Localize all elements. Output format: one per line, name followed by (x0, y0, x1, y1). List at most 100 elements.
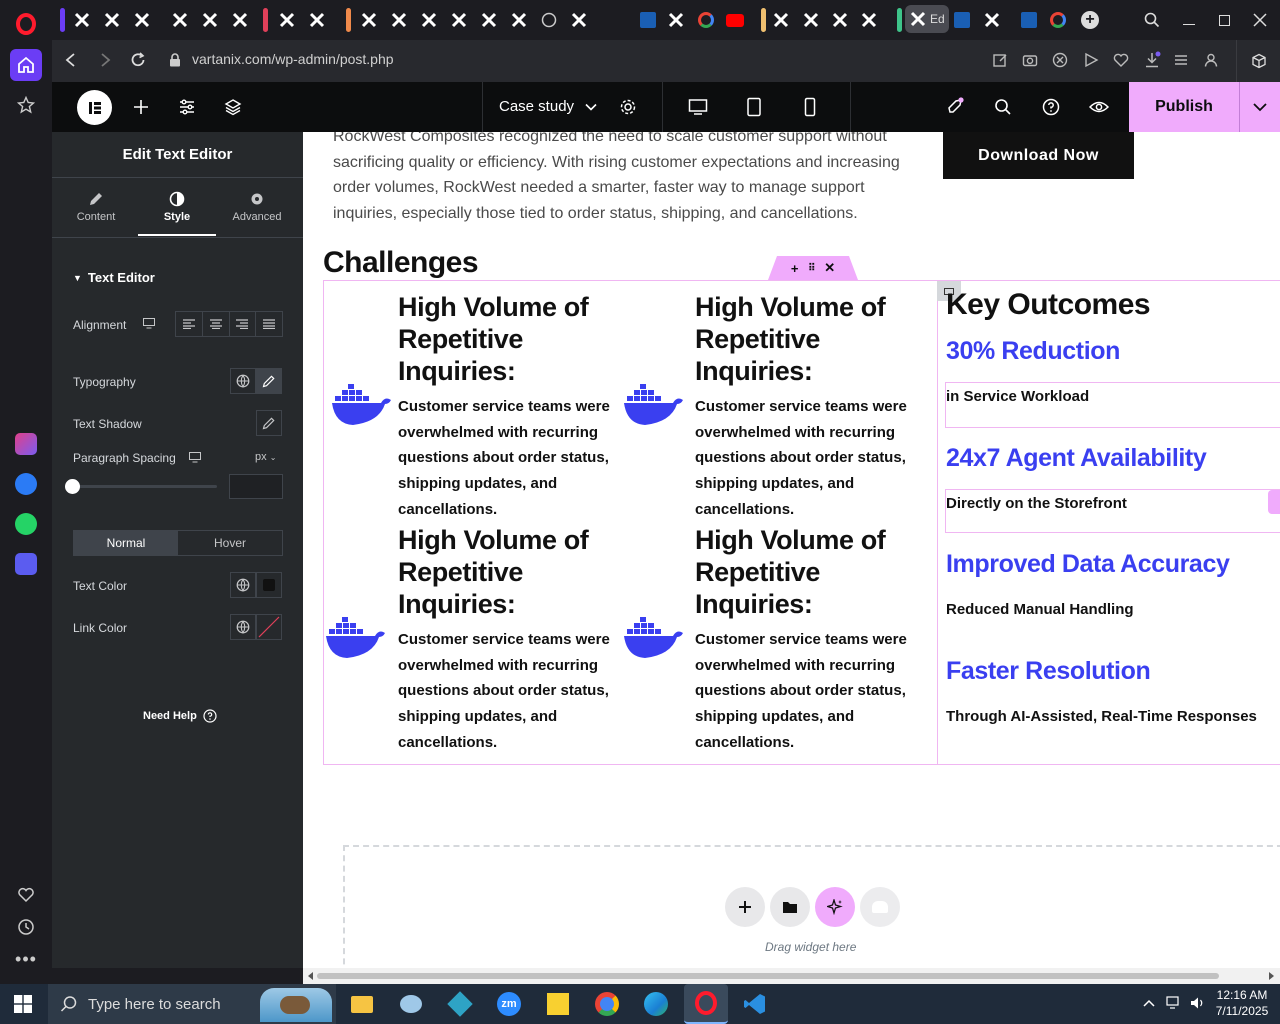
opera-taskbar-icon[interactable] (684, 984, 728, 1024)
widget-edit-pencil-icon[interactable] (1268, 490, 1280, 514)
network-icon[interactable] (1166, 996, 1182, 1010)
publish-button[interactable]: Publish (1129, 82, 1239, 132)
tab-elementor-icon[interactable] (980, 8, 1004, 32)
text-color-global-icon[interactable] (230, 572, 256, 598)
page-settings-gear-icon[interactable] (616, 95, 640, 119)
paragraph-spacing-input[interactable] (229, 474, 283, 499)
tab-group-indicator[interactable] (897, 8, 902, 32)
file-explorer-icon[interactable] (348, 990, 376, 1018)
website-kit-icon[interactable] (860, 887, 900, 927)
easy-setup-icon[interactable] (1173, 52, 1189, 68)
clock[interactable]: 12:16 AM 7/11/2025 (1212, 987, 1272, 1019)
scrollbar-thumb[interactable] (317, 973, 1219, 979)
unit-select[interactable]: px ⌄ (255, 451, 276, 463)
tab-elementor-icon[interactable] (447, 8, 471, 32)
site-settings-sliders-icon[interactable] (175, 95, 199, 119)
paint-app-icon[interactable] (397, 990, 425, 1018)
horizontal-scrollbar[interactable] (303, 968, 1280, 984)
vscode-icon[interactable] (741, 990, 769, 1018)
state-normal-tab[interactable]: Normal (74, 531, 178, 555)
tab-elementor-icon[interactable] (168, 8, 192, 32)
tab-elementor-icon[interactable] (799, 8, 823, 32)
add-element-plus-icon[interactable] (129, 95, 153, 119)
tab-content[interactable]: Content (57, 179, 135, 236)
tab-group-indicator[interactable] (346, 8, 351, 32)
tab-advanced[interactable]: Advanced (218, 179, 296, 236)
chrome-icon[interactable] (593, 990, 621, 1018)
extensions-cube-icon[interactable] (1236, 40, 1280, 82)
container-handle[interactable]: + ⠿ ✕ (768, 256, 858, 280)
tab-outlook-icon[interactable] (950, 8, 974, 32)
tab-elementor-icon[interactable] (477, 8, 501, 32)
minimize-icon[interactable] (1177, 8, 1201, 32)
volume-speaker-icon[interactable] (1190, 996, 1206, 1010)
elementor-logo-icon[interactable] (77, 90, 112, 125)
preview-eye-icon[interactable] (1087, 95, 1111, 119)
tab-elementor-icon[interactable] (769, 8, 793, 32)
tab-group-indicator[interactable] (60, 8, 65, 32)
url-field[interactable]: vartanix.com/wp-admin/post.php (192, 51, 394, 67)
tab-youtube-icon[interactable] (723, 8, 747, 32)
desktop-view-icon[interactable] (686, 95, 710, 119)
windows-start-icon[interactable] (14, 995, 32, 1013)
add-container-plus-icon[interactable]: + (791, 261, 799, 276)
help-question-icon[interactable] (1039, 95, 1063, 119)
adblock-icon[interactable] (1052, 52, 1068, 68)
maximize-icon[interactable] (1212, 8, 1236, 32)
tab-google-icon[interactable] (1046, 8, 1070, 32)
edit-page-icon[interactable] (992, 52, 1008, 68)
home-icon[interactable] (10, 49, 42, 81)
tab-elementor-icon[interactable] (567, 8, 591, 32)
tray-chevron-up-icon[interactable] (1142, 996, 1156, 1010)
history-clock-icon[interactable] (10, 911, 42, 943)
section-toggle-text-editor[interactable]: ▼ Text Editor (73, 270, 155, 285)
need-help-link[interactable]: Need Help (143, 709, 217, 723)
text-color-swatch[interactable] (256, 572, 282, 598)
more-dots-icon[interactable]: ••• (10, 943, 42, 975)
snapshot-camera-icon[interactable] (1022, 52, 1038, 68)
page-name-dropdown[interactable]: Case study (499, 98, 598, 115)
mobile-view-icon[interactable] (798, 95, 822, 119)
scroll-left-arrow-icon[interactable] (307, 972, 315, 980)
link-color-swatch-empty[interactable] (256, 614, 282, 640)
delete-container-x-icon[interactable]: ✕ (824, 260, 835, 276)
tab-elementor-icon[interactable] (857, 8, 881, 32)
tab-elementor-icon[interactable] (387, 8, 411, 32)
responsive-desktop-icon[interactable] (189, 452, 201, 463)
tab-elementor-icon[interactable] (198, 8, 222, 32)
ai-sparkle-icon[interactable] (815, 887, 855, 927)
tab-globe-icon[interactable] (537, 8, 561, 32)
aria-icon[interactable] (10, 428, 42, 460)
align-left-icon[interactable] (176, 312, 203, 336)
tab-elementor-icon[interactable] (828, 8, 852, 32)
favorite-heart-icon[interactable] (1113, 52, 1129, 68)
template-library-folder-icon[interactable] (770, 887, 810, 927)
typography-global-icon[interactable] (230, 368, 256, 394)
forward-arrow-icon[interactable] (96, 51, 114, 69)
downloads-icon[interactable] (1143, 51, 1161, 69)
zoom-app-icon[interactable]: zm (495, 990, 523, 1018)
sticky-notes-icon[interactable] (544, 990, 572, 1018)
edge-icon[interactable] (642, 990, 670, 1018)
tab-elementor-icon[interactable] (100, 8, 124, 32)
taskbar-search-box[interactable]: Type here to search (48, 984, 336, 1024)
tab-elementor-icon[interactable] (664, 8, 688, 32)
tablet-view-icon[interactable] (742, 95, 766, 119)
align-center-icon[interactable] (203, 312, 230, 336)
new-tab-plus-icon[interactable]: + (1078, 8, 1102, 32)
drag-handle-dots-icon[interactable]: ⠿ (808, 263, 815, 274)
finder-search-icon[interactable] (991, 95, 1015, 119)
typography-edit-pencil-icon[interactable] (256, 368, 282, 394)
paragraph-spacing-slider-track[interactable] (73, 485, 217, 488)
text-shadow-edit-pencil-icon[interactable] (256, 410, 282, 436)
scroll-right-arrow-icon[interactable] (1267, 972, 1275, 980)
align-justify-icon[interactable] (256, 312, 282, 336)
messenger-icon[interactable] (10, 468, 42, 500)
tab-search-icon[interactable] (1140, 8, 1164, 32)
tab-elementor-icon[interactable] (417, 8, 441, 32)
tab-elementor-icon[interactable] (130, 8, 154, 32)
tab-elementor-icon[interactable] (228, 8, 252, 32)
opera-logo-icon[interactable] (10, 8, 42, 40)
add-section-plus-icon[interactable] (725, 887, 765, 927)
align-right-icon[interactable] (230, 312, 257, 336)
